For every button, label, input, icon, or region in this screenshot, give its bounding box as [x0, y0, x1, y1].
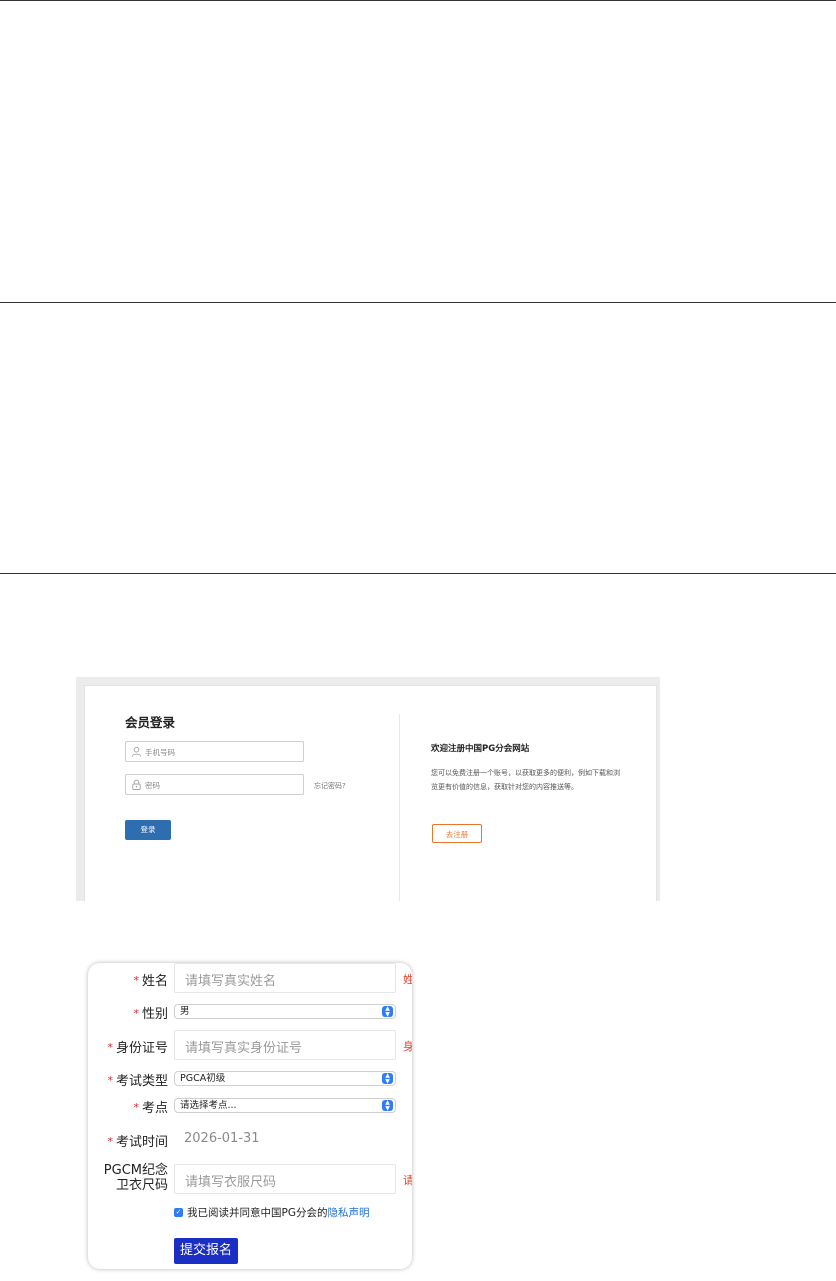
lock-icon	[132, 779, 141, 790]
id-number-hint: 身	[403, 1040, 412, 1053]
password-placeholder: 密码	[145, 781, 160, 790]
exam-time-label: * 考试时间	[107, 1135, 168, 1150]
submit-button[interactable]: 提交报名	[174, 1238, 238, 1264]
login-card: 会员登录 手机号码 密码 忘记密码? 登录 欢迎注册中国PG分会网站 您可以免费…	[84, 685, 657, 901]
agreement-text: 我已阅读并同意中国PG分会的	[187, 1207, 328, 1219]
welcome-text: 您可以免费注册一个账号，以获取更多的便利，例如下载和浏览更有价值的信息，获取针对…	[431, 769, 620, 791]
divider-line	[0, 302, 836, 303]
exam-site-label: * 考点	[133, 1101, 168, 1116]
select-arrows-icon: ▲ ▼	[382, 1073, 393, 1084]
name-input[interactable]: 请填写真实姓名	[174, 963, 396, 993]
shirt-size-input[interactable]: 请填写衣服尺码	[174, 1164, 396, 1194]
exam-time-value: 2026-01-31	[184, 1131, 260, 1146]
login-title: 会员登录	[125, 715, 176, 730]
phone-input[interactable]: 手机号码	[125, 741, 304, 762]
name-label: * 姓名	[133, 974, 168, 989]
divider-line	[0, 573, 836, 574]
login-panel: 会员登录 手机号码 密码 忘记密码? 登录 欢迎注册中国PG分会网站 您可以免费…	[76, 677, 660, 901]
exam-type-label: * 考试类型	[107, 1074, 168, 1089]
exam-type-select[interactable]: PGCA初级 ▲ ▼	[174, 1071, 396, 1086]
forgot-password-link[interactable]: 忘记密码?	[314, 781, 346, 791]
exam-site-select[interactable]: 请选择考点... ▲ ▼	[174, 1098, 396, 1113]
select-arrows-icon: ▲ ▼	[382, 1100, 393, 1111]
divider-line	[0, 0, 836, 1]
panel-divider	[399, 714, 400, 901]
login-button[interactable]: 登录	[125, 820, 171, 840]
shirt-size-hint: 请	[403, 1174, 412, 1187]
id-number-label: * 身份证号	[107, 1041, 168, 1056]
gender-select[interactable]: 男 ▲ ▼	[174, 1004, 396, 1019]
select-arrows-icon: ▲ ▼	[382, 1006, 393, 1017]
id-number-input[interactable]: 请填写真实身份证号	[174, 1030, 396, 1060]
privacy-link[interactable]: 隐私声明	[327, 1207, 369, 1219]
register-button[interactable]: 去注册	[432, 824, 482, 843]
gender-label: * 性别	[133, 1007, 168, 1022]
welcome-title: 欢迎注册中国PG分会网站	[431, 744, 530, 754]
registration-form: * 姓名 请填写真实姓名 姓 * 性别 男 ▲ ▼ * 身份证号 请填写真实身份证号 身…	[88, 963, 412, 1269]
phone-placeholder: 手机号码	[145, 748, 175, 757]
shirt-size-label: PGCM纪念 卫衣尺码	[103, 1163, 168, 1193]
agreement-row: ✓ 我已阅读并同意中国PG分会的隐私声明	[174, 1205, 369, 1220]
password-input[interactable]: 密码	[125, 774, 304, 795]
agree-checkbox[interactable]: ✓	[174, 1207, 183, 1217]
user-icon	[131, 746, 142, 757]
name-hint: 姓	[403, 973, 412, 986]
